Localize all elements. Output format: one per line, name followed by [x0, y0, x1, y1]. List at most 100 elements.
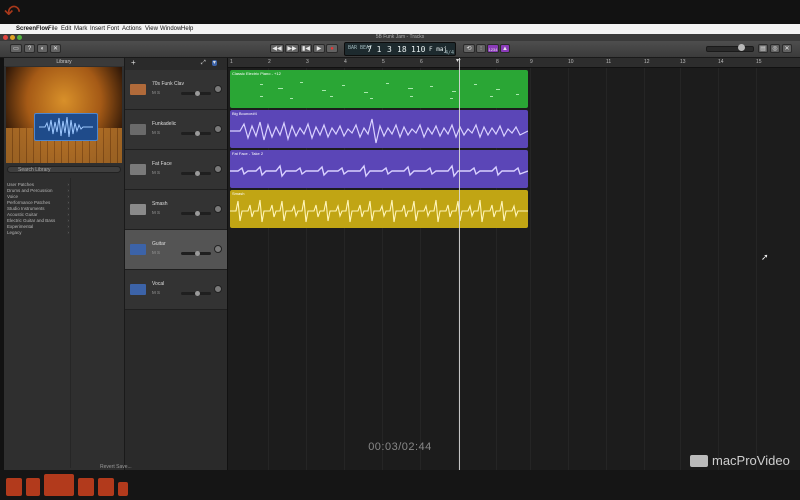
track-header[interactable]: Vocal M S [125, 270, 227, 310]
lcd-display[interactable]: BAR BEAT 7 1 3 18 110 F maj 4/4 [344, 42, 456, 56]
channel-logo [6, 472, 136, 498]
menu-edit[interactable]: Edit [61, 24, 71, 34]
mute-solo-buttons[interactable]: M S [152, 130, 160, 136]
playhead-handle-icon[interactable]: ▾ [456, 58, 459, 64]
category-label: Studio Instruments [7, 206, 45, 211]
audio-region[interactable]: Big Bounce#4 [230, 110, 528, 148]
smart-tool-icon[interactable]: ▾ [211, 60, 217, 66]
track-volume-knob[interactable] [195, 131, 200, 136]
mute-solo-buttons[interactable]: M S [152, 210, 160, 216]
go-to-start-button[interactable]: ▮◀ [300, 44, 312, 53]
record-button[interactable]: ● [326, 44, 338, 53]
menu-actions[interactable]: Actions [122, 24, 142, 34]
tracks-area[interactable]: 1 2 3 4 5 6 7 8 9 10 11 12 13 14 15 Clas… [228, 58, 800, 470]
bar-number: 8 [496, 59, 499, 65]
app-menu[interactable]: ScreenFlow [16, 24, 50, 34]
track-header-tools: ⤢ ▾ [201, 59, 225, 67]
library-panel: Library ⌕ Search Library User Patches› D… [4, 58, 125, 470]
add-track-button[interactable]: + [131, 59, 136, 67]
close-window-icon[interactable] [3, 35, 8, 40]
audio-track-icon [130, 244, 146, 255]
back-arrow-icon[interactable]: ↶ [4, 3, 38, 23]
editors-button[interactable]: ✕ [50, 44, 61, 53]
category-label: User Patches [7, 182, 35, 187]
menu-view[interactable]: View [145, 24, 158, 34]
count-in-button[interactable]: 1234 [487, 44, 499, 53]
metronome-button[interactable]: ▲ [500, 44, 510, 53]
audio-region[interactable]: Fat Face - Take 2 [230, 150, 528, 188]
library-category[interactable]: Legacy › [7, 230, 69, 236]
media-browser-button[interactable]: ✕ [782, 44, 792, 53]
pan-knob[interactable] [214, 165, 222, 173]
lcd-position: 7 1 [367, 45, 382, 54]
smart-controls-button[interactable]: ◐ [37, 44, 48, 53]
bar-number: 10 [568, 59, 574, 65]
track-header[interactable]: Smash M S [125, 190, 227, 230]
catch-playhead-icon[interactable]: ⤢ [201, 60, 206, 66]
tuner-button[interactable]: ⫶ [476, 44, 486, 53]
window-title: 5B Funk Jam - Tracks [375, 34, 425, 40]
menu-font[interactable]: Font [107, 24, 119, 34]
video-timecode: 00:03/02:44 [368, 441, 432, 453]
track-header[interactable]: Fat Face M S [125, 150, 227, 190]
lcd-sep1: 3 [387, 45, 392, 54]
bar-gridline [644, 68, 645, 470]
amp-icon [130, 124, 146, 135]
midi-region[interactable]: Classic Electric Piano - +12 [230, 70, 528, 108]
menu-mark[interactable]: Mark [74, 24, 87, 34]
play-button[interactable]: ▶ [313, 44, 325, 53]
track-header[interactable]: Funkadelic M S [125, 110, 227, 150]
track-headers: + ⤢ ▾ 70s Funk Clav M S Funkadelic M S Fa… [125, 58, 228, 470]
logo-block [26, 478, 40, 496]
track-name: Vocal [152, 281, 165, 287]
bar-number: 12 [644, 59, 650, 65]
menu-insert[interactable]: Insert [90, 24, 105, 34]
library-search-input[interactable]: Search Library [7, 166, 121, 173]
zoom-window-icon[interactable] [17, 35, 22, 40]
notepad-button[interactable]: ▤ [758, 44, 768, 53]
cycle-button[interactable]: ⟲ [463, 44, 475, 53]
library-revert-button[interactable]: Revert Save... [100, 464, 132, 470]
fast-forward-button[interactable]: ▶▶ [285, 44, 299, 53]
bar-number: 14 [718, 59, 724, 65]
category-label: Experimental [7, 224, 34, 229]
mute-solo-buttons[interactable]: M S [152, 250, 160, 256]
minimize-window-icon[interactable] [10, 35, 15, 40]
category-label: Legacy [7, 230, 22, 235]
loops-button[interactable]: ◎ [770, 44, 780, 53]
menu-window[interactable]: Window [160, 24, 181, 34]
library-button[interactable]: ▭ [10, 44, 22, 53]
track-volume-knob[interactable] [195, 291, 200, 296]
timeline-ruler[interactable]: 1 2 3 4 5 6 7 8 9 10 11 12 13 14 15 [228, 58, 800, 68]
menu-bar: ScreenFlow File Edit Mark Insert Font Ac… [0, 24, 800, 34]
menu-file[interactable]: File [48, 24, 58, 34]
pan-knob[interactable] [214, 245, 222, 253]
pan-knob[interactable] [214, 205, 222, 213]
pan-knob[interactable] [214, 125, 222, 133]
bar-number: 3 [306, 59, 309, 65]
mute-solo-buttons[interactable]: M S [152, 290, 160, 296]
playhead[interactable] [459, 58, 460, 470]
mute-solo-buttons[interactable]: M S [152, 90, 160, 96]
track-header[interactable]: 70s Funk Clav M S [125, 70, 227, 110]
track-volume-knob[interactable] [195, 211, 200, 216]
bar-number: 9 [530, 59, 533, 65]
mute-solo-buttons[interactable]: M S [152, 170, 160, 176]
track-volume-knob[interactable] [195, 91, 200, 96]
help-button[interactable]: ? [24, 44, 35, 53]
master-volume-slider[interactable] [706, 46, 754, 52]
audio-track-icon [130, 284, 146, 295]
menu-help[interactable]: Help [181, 24, 193, 34]
pan-knob[interactable] [214, 85, 222, 93]
rewind-button[interactable]: ◀◀ [270, 44, 284, 53]
bar-gridline [680, 68, 681, 470]
master-volume-knob[interactable] [738, 44, 745, 51]
bar-number: 6 [420, 59, 423, 65]
pan-knob[interactable] [214, 285, 222, 293]
revert-label: Revert [100, 464, 115, 470]
speaker-icon [130, 164, 146, 175]
drummer-region[interactable]: Smash [230, 190, 528, 228]
track-header-selected[interactable]: Guitar M S [125, 230, 227, 270]
track-volume-knob[interactable] [195, 171, 200, 176]
track-volume-knob[interactable] [195, 251, 200, 256]
